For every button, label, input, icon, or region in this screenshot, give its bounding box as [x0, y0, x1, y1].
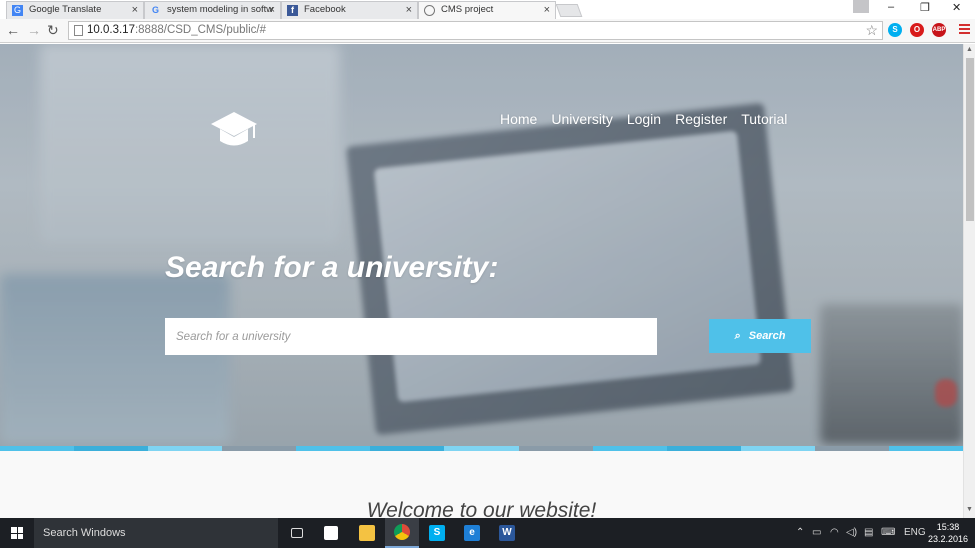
- facebook-icon: f: [287, 5, 298, 16]
- hero-section: Home University Login Register Tutorial …: [0, 44, 963, 446]
- globe-icon: [424, 5, 435, 16]
- close-tab-icon[interactable]: ×: [406, 2, 412, 18]
- edge-taskbar-button[interactable]: e: [455, 518, 489, 548]
- google-translate-icon: G: [12, 5, 23, 16]
- keyboard-icon[interactable]: ⌨: [881, 518, 895, 548]
- nav-login[interactable]: Login: [627, 111, 661, 127]
- minimize-icon[interactable]: –: [888, 1, 894, 13]
- scroll-down-icon[interactable]: ▼: [966, 506, 973, 513]
- close-tab-icon[interactable]: ×: [269, 2, 275, 18]
- taskbar-search[interactable]: Search Windows: [34, 518, 278, 548]
- word-taskbar-button[interactable]: W: [490, 518, 524, 548]
- task-view-icon: [291, 528, 303, 538]
- university-search-input[interactable]: [165, 318, 657, 355]
- tab-title: system modeling in softw: [167, 4, 274, 15]
- close-tab-icon[interactable]: ×: [132, 2, 138, 18]
- page-viewport: Home University Login Register Tutorial …: [0, 44, 963, 518]
- skype-icon: S: [429, 525, 445, 541]
- forward-icon[interactable]: →: [27, 23, 41, 37]
- store-taskbar-button[interactable]: [314, 518, 348, 548]
- skype-ext-icon[interactable]: S: [888, 23, 902, 37]
- search-button-label: Search: [748, 329, 786, 342]
- url-path: :8888/CSD_CMS/public/#: [134, 24, 267, 36]
- back-icon[interactable]: ←: [6, 23, 20, 37]
- main-nav: Home University Login Register Tutorial: [500, 111, 787, 127]
- wifi-icon[interactable]: ◠: [830, 518, 839, 548]
- scroll-up-icon[interactable]: ▲: [966, 46, 973, 53]
- opera-ext-icon[interactable]: O: [910, 23, 924, 37]
- clock-date: 23.2.2016: [928, 534, 969, 544]
- tab-title: Facebook: [304, 4, 346, 15]
- tab-google-translate[interactable]: G Google Translate ×: [6, 1, 144, 19]
- adblock-ext-icon[interactable]: ABP: [932, 23, 946, 37]
- nav-register[interactable]: Register: [675, 111, 727, 127]
- battery-icon[interactable]: ▭: [812, 518, 821, 548]
- new-tab-button[interactable]: [555, 4, 583, 17]
- tab-title: Google Translate: [29, 4, 102, 15]
- google-icon: G: [151, 5, 159, 15]
- browser-toolbar: ← → ↻ 10.0.3.17:8888/CSD_CMS/public/# ☆ …: [0, 19, 975, 43]
- scrollbar-thumb[interactable]: [966, 58, 974, 221]
- nav-home[interactable]: Home: [500, 111, 537, 127]
- tab-system-modeling[interactable]: G system modeling in softw ×: [144, 1, 281, 19]
- tab-facebook[interactable]: f Facebook ×: [281, 1, 418, 19]
- hero-title: Search for a university:: [165, 251, 499, 284]
- volume-icon[interactable]: ◁): [846, 518, 857, 548]
- clock-time: 15:38: [936, 522, 960, 532]
- chrome-menu-icon[interactable]: [959, 24, 970, 35]
- word-icon: W: [499, 525, 515, 541]
- chrome-icon: [394, 524, 410, 540]
- hero-overlay: [0, 44, 963, 446]
- page-icon: [74, 25, 83, 36]
- page-scrollbar[interactable]: ▲ ▼: [963, 44, 975, 518]
- reload-icon[interactable]: ↻: [47, 23, 59, 37]
- store-icon: [324, 526, 338, 540]
- close-tab-icon[interactable]: ×: [544, 2, 550, 18]
- restore-icon[interactable]: ❐: [920, 1, 930, 14]
- file-explorer-taskbar-button[interactable]: [350, 518, 384, 548]
- notifications-icon[interactable]: ▤: [864, 518, 873, 548]
- windows-logo-icon: [11, 527, 23, 539]
- tray-chevron-icon[interactable]: ⌃: [796, 518, 804, 548]
- close-window-icon[interactable]: ✕: [952, 1, 961, 14]
- chrome-taskbar-button[interactable]: [385, 518, 419, 548]
- browser-tab-strip: G Google Translate × G system modeling i…: [0, 0, 975, 19]
- clock[interactable]: 15:38 23.2.2016: [928, 521, 968, 545]
- tab-cms-project[interactable]: CMS project ×: [418, 1, 556, 19]
- windows-taskbar: Search Windows Se W ⌃ ▭ ◠ ◁) ▤ ⌨ ENG 15:3…: [0, 518, 975, 548]
- url-host: 10.0.3.17: [87, 24, 135, 36]
- task-view-taskbar-button[interactable]: [280, 518, 314, 548]
- search-icon: ⌕: [734, 329, 741, 342]
- nav-university[interactable]: University: [551, 111, 612, 127]
- start-button[interactable]: [0, 518, 34, 548]
- graduation-cap-icon[interactable]: [210, 110, 258, 150]
- skype-taskbar-button[interactable]: S: [420, 518, 454, 548]
- tab-title: CMS project: [441, 4, 494, 15]
- search-button[interactable]: ⌕ Search: [709, 319, 811, 353]
- nav-tutorial[interactable]: Tutorial: [741, 111, 787, 127]
- language-indicator[interactable]: ENG: [904, 518, 926, 548]
- welcome-heading: Welcome to our website!: [366, 499, 597, 518]
- profile-icon[interactable]: [853, 0, 869, 13]
- edge-icon: e: [464, 525, 480, 541]
- url-text[interactable]: 10.0.3.17:8888/CSD_CMS/public/#: [87, 24, 266, 36]
- address-bar[interactable]: 10.0.3.17:8888/CSD_CMS/public/# ☆: [68, 21, 883, 40]
- bookmark-star-icon[interactable]: ☆: [865, 22, 878, 39]
- file-explorer-icon: [359, 525, 375, 541]
